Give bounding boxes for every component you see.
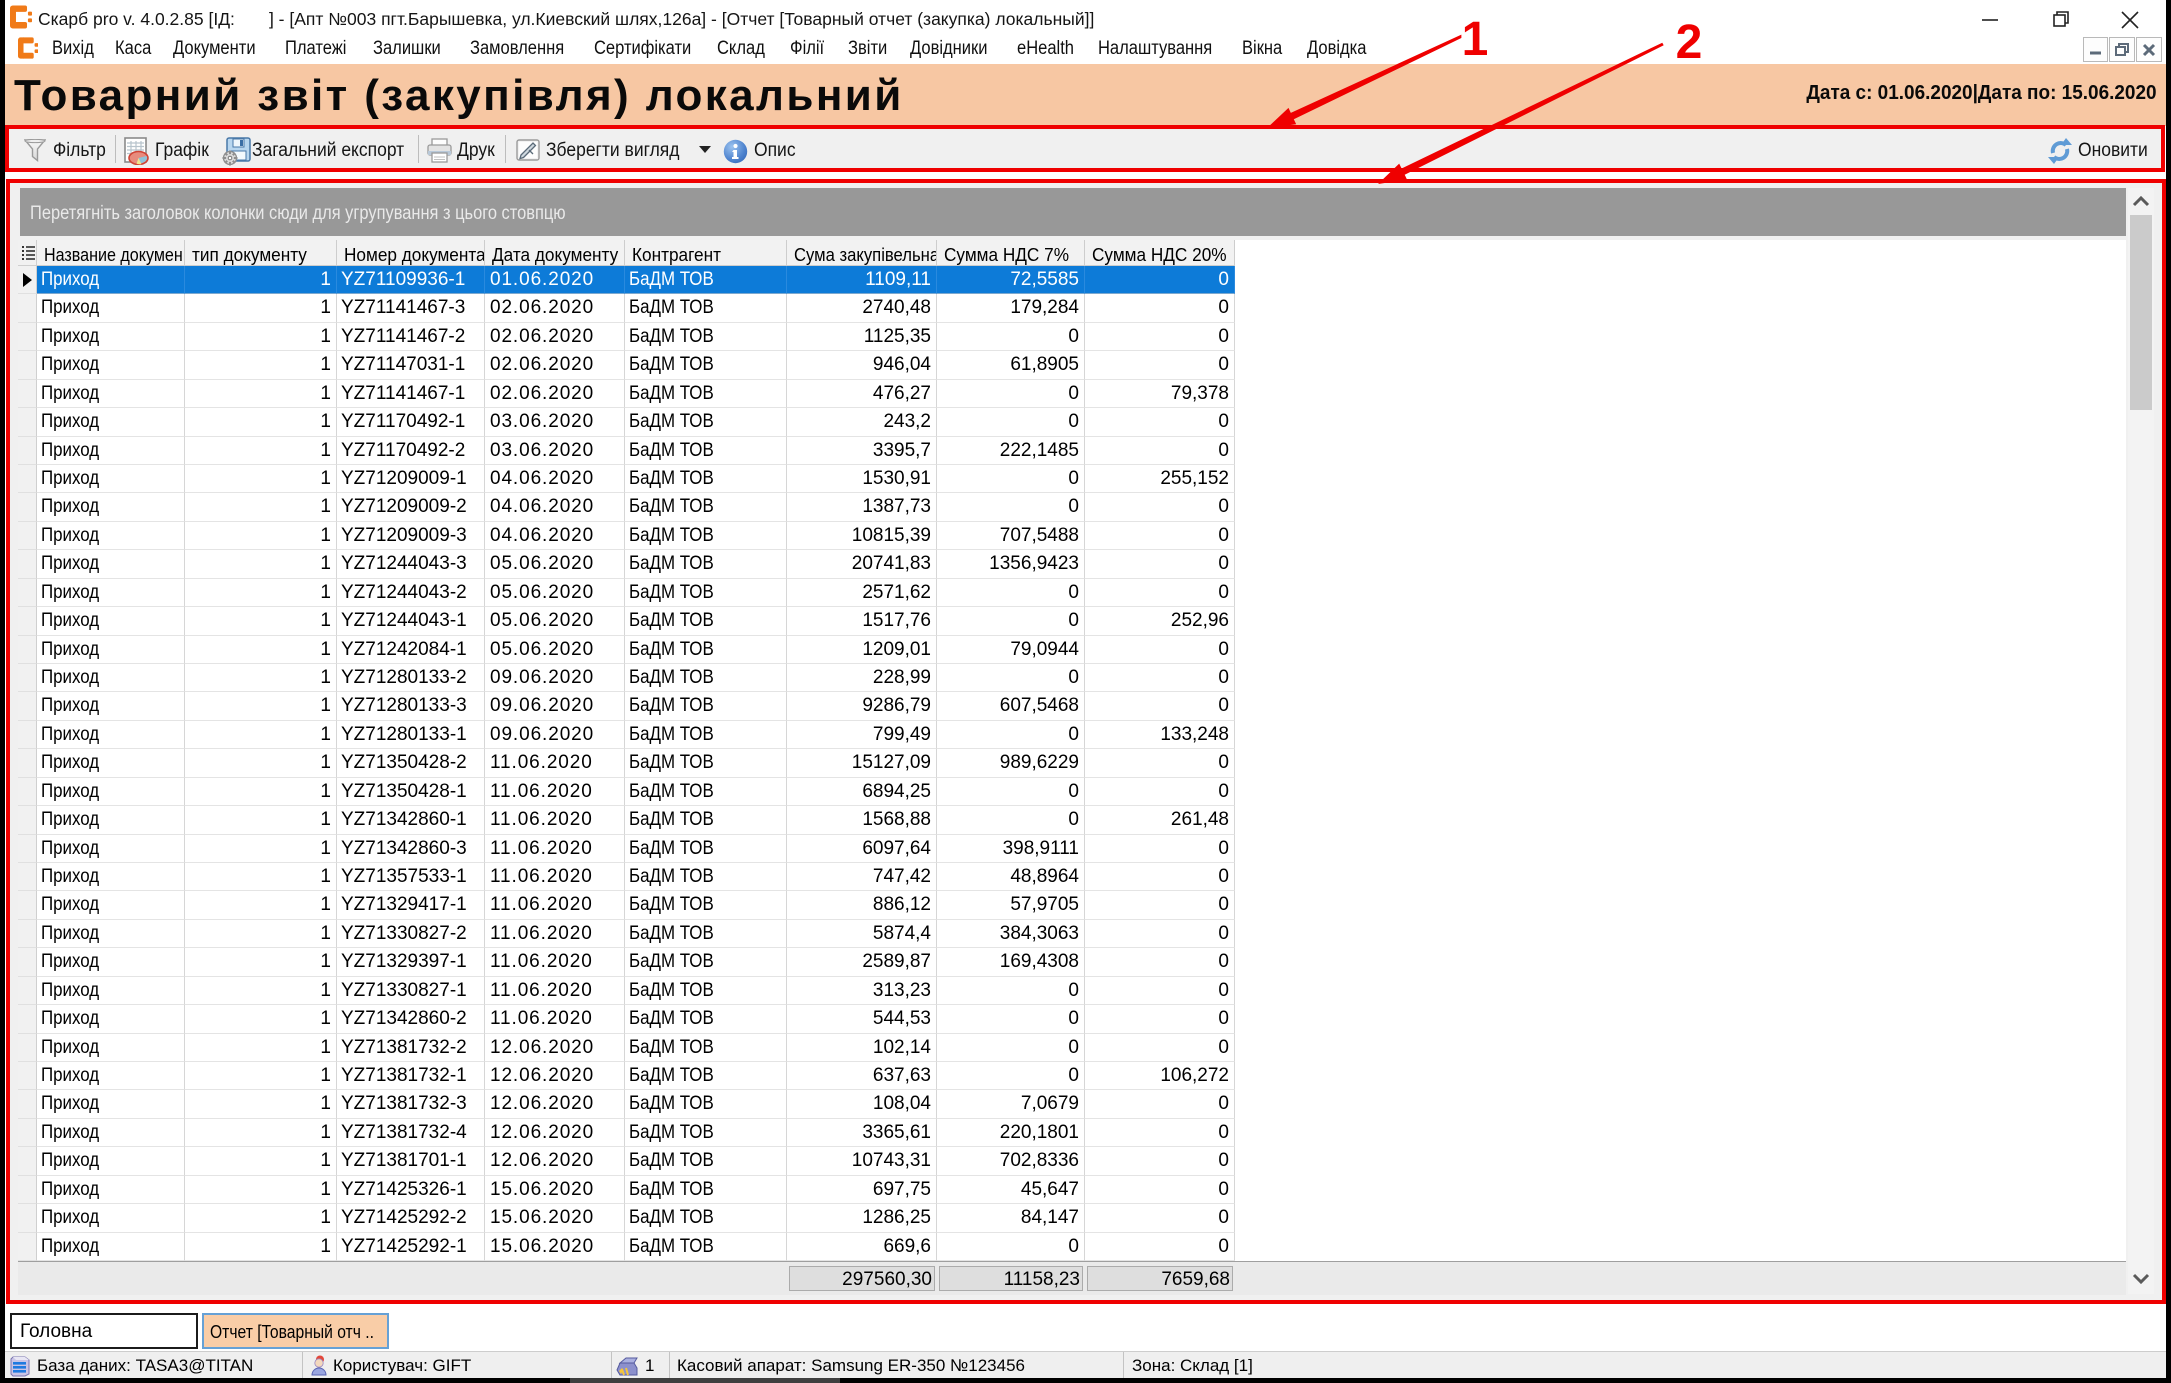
svg-text:1: 1 (1462, 13, 1489, 66)
svg-text:2: 2 (1676, 16, 1703, 69)
